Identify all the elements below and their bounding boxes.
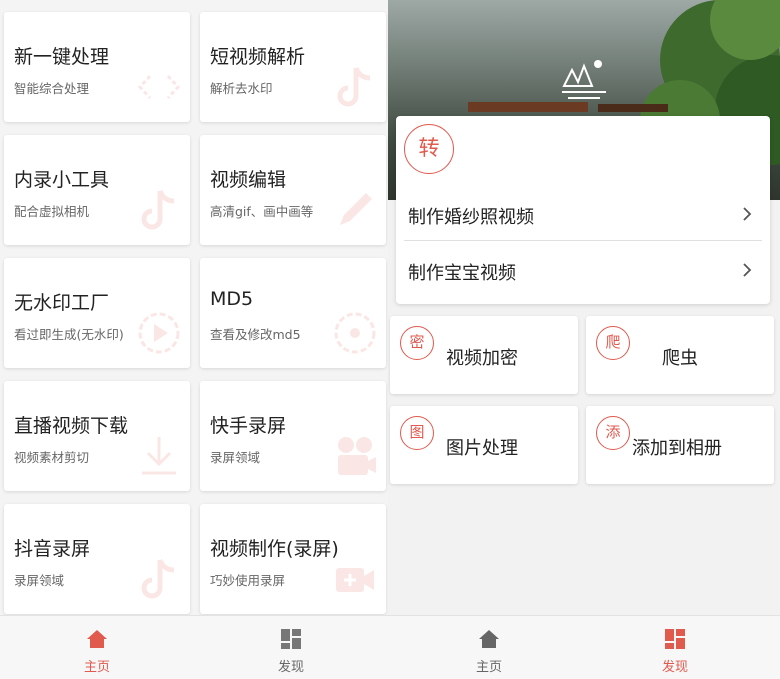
tool-badge: 添 — [596, 416, 630, 450]
camera-reel-icon — [338, 437, 376, 475]
card-title: 内录小工具 — [14, 169, 110, 191]
tab-discover[interactable]: 发现 — [194, 616, 388, 679]
card-short-video-parse[interactable]: 短视频解析 解析去水印 — [200, 12, 386, 122]
tab-label: 主页 — [475, 660, 502, 675]
card-subtitle: 查看及修改md5 — [210, 327, 301, 342]
app-logo-icon — [562, 60, 606, 99]
tool-label: 爬虫 — [662, 348, 698, 369]
dashboard-icon — [281, 629, 301, 649]
tab-home[interactable]: 主页 — [0, 616, 194, 679]
card-video-edit[interactable]: 视频编辑 高清gif、画中画等 — [200, 135, 386, 245]
tool-image-process[interactable]: 图 图片处理 — [390, 406, 578, 484]
tool-label: 图片处理 — [446, 438, 518, 459]
tab-label: 发现 — [277, 660, 304, 675]
card-douyin-record[interactable]: 抖音录屏 录屏领域 — [4, 504, 190, 614]
divider — [404, 240, 762, 241]
tool-add-to-album[interactable]: 添 添加到相册 — [586, 406, 774, 484]
home-icon — [479, 630, 499, 648]
code-brackets-icon — [137, 74, 181, 100]
row-baby-video[interactable]: 制作宝宝视频 — [408, 242, 760, 298]
row-label: 制作婚纱照视频 — [408, 207, 534, 228]
card-title: 快手录屏 — [210, 415, 287, 437]
card-subtitle: 高清gif、画中画等 — [210, 204, 314, 219]
chevron-right-icon — [743, 207, 752, 221]
card-subtitle: 配合虚拟相机 — [14, 204, 90, 219]
discover-screen: 转 制作婚纱照视频 制作宝宝视频 密 视频加密 爬 爬虫 图 图片处理 添 添加… — [388, 0, 780, 679]
card-title: 抖音录屏 — [14, 538, 91, 560]
video-plus-icon — [336, 568, 374, 592]
tool-badge: 密 — [400, 326, 434, 360]
bottom-tab-bar: 主页 发现 — [0, 615, 388, 679]
dashboard-icon — [665, 629, 685, 649]
card-video-make[interactable]: 视频制作(录屏) 巧妙使用录屏 — [200, 504, 386, 614]
bottom-tab-bar: 主页 发现 — [388, 615, 780, 679]
tool-label: 添加到相册 — [632, 438, 722, 459]
pencil-icon — [340, 193, 372, 225]
tab-label: 主页 — [83, 660, 110, 675]
tiktok-icon — [141, 558, 175, 599]
card-one-click-process[interactable]: 新一键处理 智能综合处理 — [4, 12, 190, 122]
card-subtitle: 巧妙使用录屏 — [210, 573, 286, 588]
card-subtitle: 智能综合处理 — [14, 81, 90, 96]
tab-discover[interactable]: 发现 — [578, 616, 772, 679]
card-title: 视频编辑 — [210, 169, 287, 191]
download-icon — [142, 437, 176, 475]
app-screens: 新一键处理 智能综合处理 短视频解析 解析去水印 内录小工具 配合虚拟相机 视频… — [0, 0, 780, 679]
chevron-right-icon — [743, 263, 752, 277]
card-subtitle: 视频素材剪切 — [14, 450, 90, 465]
card-title: 视频制作(录屏) — [210, 538, 339, 560]
row-wedding-video[interactable]: 制作婚纱照视频 — [408, 186, 760, 242]
card-subtitle: 看过即生成(无水印) — [14, 327, 124, 342]
tool-badge: 爬 — [596, 326, 630, 360]
tab-home[interactable]: 主页 — [392, 616, 586, 679]
row-label: 制作宝宝视频 — [408, 263, 516, 284]
tiktok-icon — [337, 66, 371, 107]
target-icon — [334, 312, 376, 354]
card-subtitle: 解析去水印 — [210, 81, 273, 96]
tool-label: 视频加密 — [446, 348, 518, 369]
video-maker-card: 转 制作婚纱照视频 制作宝宝视频 — [396, 116, 770, 304]
home-icon — [87, 630, 107, 648]
tab-label: 发现 — [661, 660, 688, 675]
convert-badge: 转 — [404, 124, 454, 174]
tool-badge: 图 — [400, 416, 434, 450]
card-title: 无水印工厂 — [14, 292, 110, 314]
card-internal-record[interactable]: 内录小工具 配合虚拟相机 — [4, 135, 190, 245]
card-title: 直播视频下载 — [14, 415, 129, 437]
card-title: MD5 — [210, 288, 254, 310]
home-screen: 新一键处理 智能综合处理 短视频解析 解析去水印 内录小工具 配合虚拟相机 视频… — [0, 0, 388, 679]
tool-crawler[interactable]: 爬 爬虫 — [586, 316, 774, 394]
card-title: 短视频解析 — [210, 46, 306, 68]
card-no-watermark-factory[interactable]: 无水印工厂 看过即生成(无水印) — [4, 258, 190, 368]
tiktok-icon — [141, 189, 175, 230]
card-subtitle: 录屏领域 — [210, 450, 261, 465]
tool-video-encrypt[interactable]: 密 视频加密 — [390, 316, 578, 394]
card-kuaishou-record[interactable]: 快手录屏 录屏领域 — [200, 381, 386, 491]
card-md5[interactable]: MD5 查看及修改md5 — [200, 258, 386, 368]
card-live-download[interactable]: 直播视频下载 视频素材剪切 — [4, 381, 190, 491]
card-subtitle: 录屏领域 — [14, 573, 65, 588]
play-circle-icon — [138, 312, 180, 354]
card-title: 新一键处理 — [14, 46, 110, 68]
